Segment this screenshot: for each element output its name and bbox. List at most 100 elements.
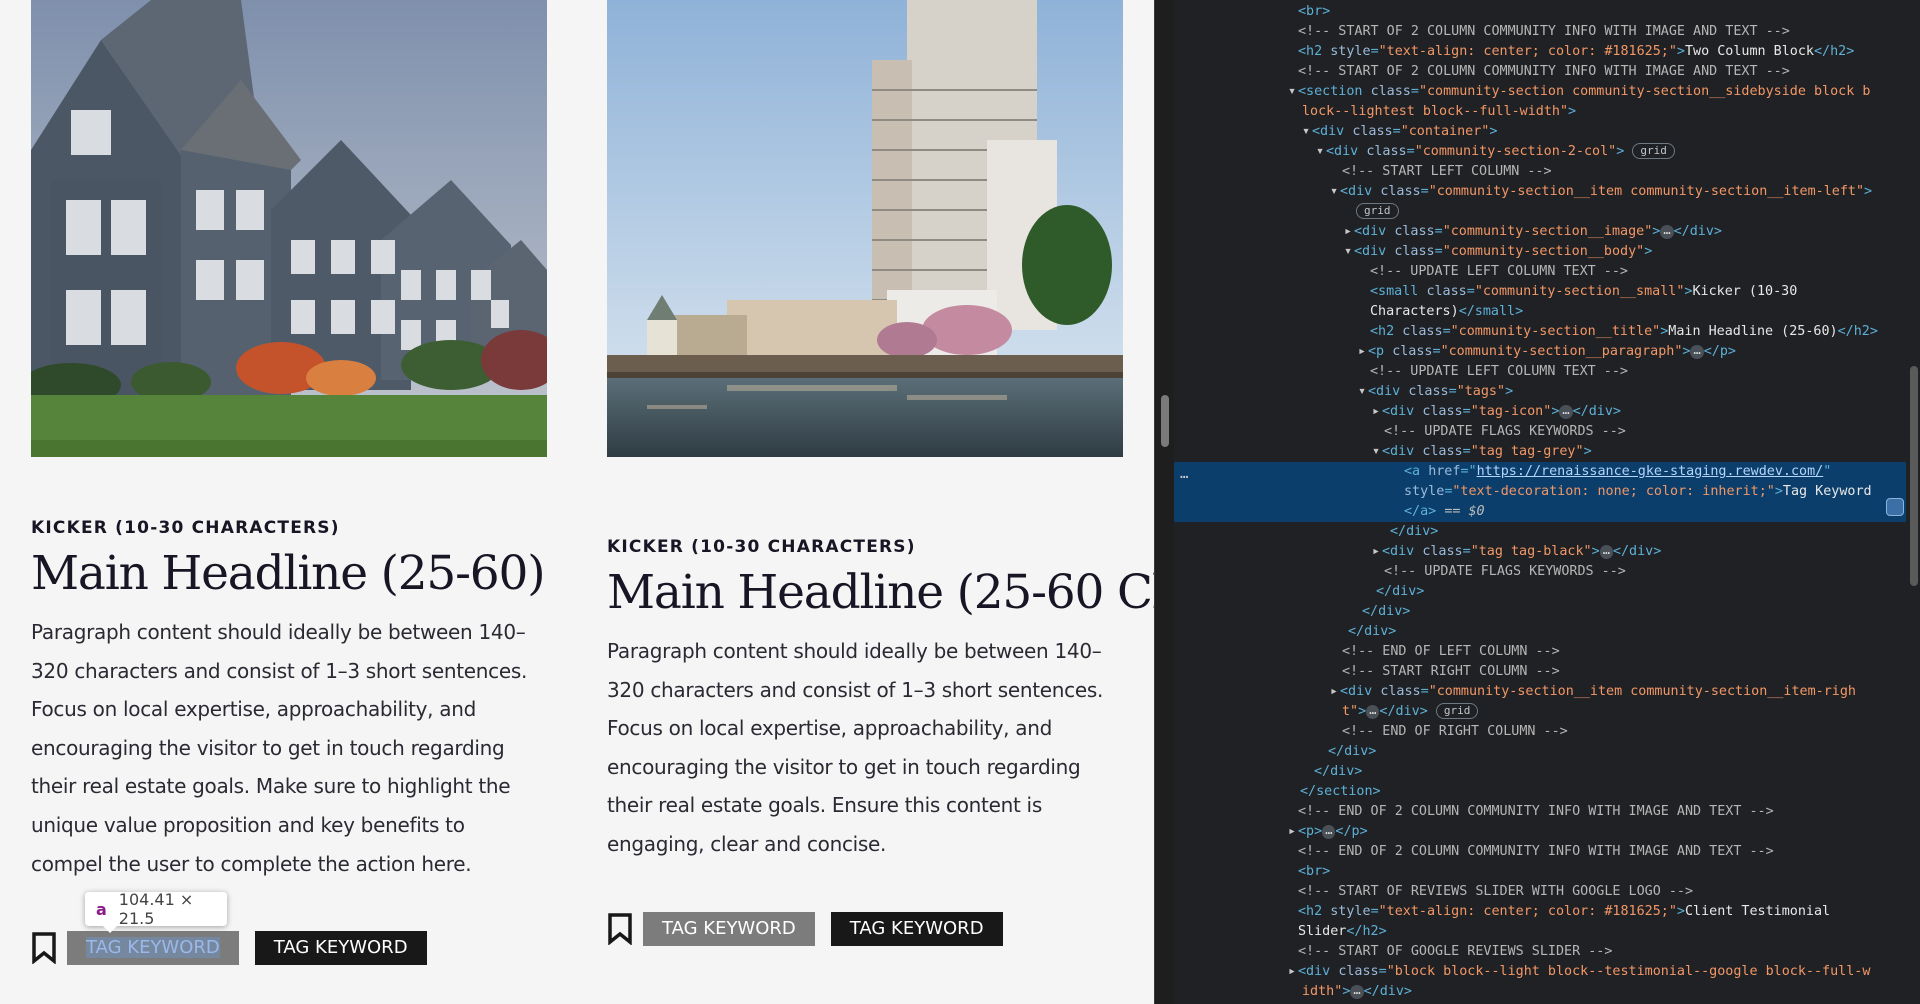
expand-triangle-icon[interactable]: ▾ (1342, 242, 1354, 262)
dom-node-selected[interactable]: <a href="https://renaissance-gke-staging… (1174, 462, 1906, 482)
paragraph-line: their real estate goals. Make sure to hi… (31, 774, 511, 799)
collapse-triangle-icon[interactable]: ▸ (1328, 682, 1340, 702)
dom-node[interactable]: ▾ <div class="community-section__body"> (1174, 242, 1906, 262)
node-actions-ellipsis-icon[interactable]: … (1180, 466, 1188, 482)
dom-comment[interactable]: <!-- END OF RIGHT COLUMN --> (1174, 722, 1906, 742)
expand-triangle-icon[interactable]: ▾ (1286, 82, 1298, 102)
dom-node-selected-close[interactable]: </a> == $0 (1174, 502, 1906, 522)
dom-node[interactable]: </div> (1174, 762, 1906, 782)
expand-triangle-icon[interactable]: ▾ (1328, 182, 1340, 202)
dom-node-continued[interactable]: t">… </div> grid (1174, 702, 1906, 722)
dom-node-continued[interactable]: Characters)</small> (1174, 302, 1906, 322)
splitter-grip-handle[interactable] (1161, 395, 1169, 447)
expand-triangle-icon[interactable]: ▾ (1356, 382, 1368, 402)
dom-node[interactable]: <h2 class="community-section__title">Mai… (1174, 322, 1906, 342)
dom-node[interactable]: ▾ <div class="community-section__item com… (1174, 182, 1906, 202)
grid-badge[interactable]: grid (1356, 203, 1399, 219)
dom-node[interactable]: ▸ <div class="community-section__item com… (1174, 682, 1906, 702)
dom-comment[interactable]: <!-- END OF 2 COLUMN COMMUNITY INFO WITH… (1174, 842, 1906, 862)
grid-badge[interactable]: grid (1435, 703, 1479, 719)
dom-node[interactable]: <h2 style="text-align: center; color: #1… (1174, 42, 1906, 62)
ellipsis-badge[interactable]: … (1559, 404, 1573, 419)
right-kicker: KICKER (10-30 CHARACTERS) (607, 537, 916, 557)
paragraph-line: encouraging the visitor to get in touch … (31, 735, 505, 760)
collapse-triangle-icon[interactable]: ▸ (1286, 962, 1298, 982)
expand-triangle-icon[interactable]: ▾ (1300, 122, 1312, 142)
dom-node-continued[interactable]: idth">… </div> (1174, 982, 1906, 1002)
copy-node-icon[interactable] (1886, 498, 1904, 516)
dom-node-continued[interactable]: Slider</h2> (1174, 922, 1906, 942)
dom-comment[interactable]: <!-- UPDATE FLAGS KEYWORDS --> (1174, 422, 1906, 442)
paragraph-line: encouraging the visitor to get in touch … (607, 754, 1081, 779)
dom-node[interactable]: ▸ <div class="community-section__image">…… (1174, 222, 1906, 242)
dom-comment[interactable]: <!-- START OF REVIEWS SLIDER WITH GOOGLE… (1174, 882, 1906, 902)
dom-node[interactable]: ▾ <div class="container"> (1174, 122, 1906, 142)
grid-badge[interactable]: grid (1632, 143, 1675, 159)
dom-node[interactable]: <br> (1174, 862, 1906, 882)
dom-node[interactable]: <h2 style="text-align: center; color: #1… (1174, 902, 1906, 922)
inspect-tooltip: a 104.41 × 21.5 (85, 890, 227, 933)
dom-node[interactable]: </section> (1174, 782, 1906, 802)
collapse-triangle-icon[interactable]: ▸ (1342, 222, 1354, 242)
dom-comment[interactable]: <!-- END OF 2 COLUMN COMMUNITY INFO WITH… (1174, 802, 1906, 822)
collapse-triangle-icon[interactable]: ▸ (1286, 822, 1298, 842)
ellipsis-badge[interactable]: … (1690, 344, 1704, 359)
dom-comment[interactable]: <!-- UPDATE LEFT COLUMN TEXT --> (1174, 362, 1906, 382)
paragraph-line: unique value proposition and key benefit… (31, 812, 465, 837)
bookmark-icon (32, 932, 56, 964)
dom-node[interactable]: </div> (1174, 582, 1906, 602)
tag-keyword-grey-link[interactable]: TAG KEYWORD (643, 912, 815, 946)
dom-comment[interactable]: <!-- START RIGHT COLUMN --> (1174, 662, 1906, 682)
ellipsis-badge[interactable]: … (1660, 224, 1674, 239)
dom-node[interactable]: <br> (1174, 2, 1906, 22)
dom-node[interactable]: ▾ <div class="community-section-2-col"> g… (1174, 142, 1906, 162)
tooltip-tag-name: a (96, 899, 107, 919)
dom-node-continued[interactable]: lock--lightest block--full-width"> (1174, 102, 1906, 122)
dom-comment[interactable]: <!-- START OF 2 COLUMN COMMUNITY INFO WI… (1174, 22, 1906, 42)
ellipsis-badge[interactable]: … (1350, 984, 1364, 999)
paragraph-line: Focus on local expertise, approachabilit… (607, 716, 1052, 741)
townhouses-photo (31, 0, 547, 457)
left-paragraph: Paragraph content should ideally be betw… (31, 613, 547, 883)
ellipsis-badge[interactable]: … (1366, 704, 1380, 719)
dom-node[interactable]: </div> (1174, 522, 1906, 542)
devtools-resize-splitter[interactable] (1154, 0, 1174, 1004)
dom-comment[interactable]: <!-- START OF GOOGLE REVIEWS SLIDER --> (1174, 942, 1906, 962)
dom-comment[interactable]: <!-- END OF LEFT COLUMN --> (1174, 642, 1906, 662)
left-kicker: KICKER (10-30 CHARACTERS) (31, 518, 340, 538)
href-link[interactable]: https://renaissance-gke-staging.rewdev.c… (1477, 464, 1824, 479)
right-tags: TAG KEYWORD TAG KEYWORD (607, 912, 1019, 946)
dom-node[interactable]: ▾ <div class="tag tag-grey"> (1174, 442, 1906, 462)
dom-node[interactable]: ▸ <div class="block block--light block--t… (1174, 962, 1906, 982)
expand-triangle-icon[interactable]: ▾ (1314, 142, 1326, 162)
tag-keyword-black-link[interactable]: TAG KEYWORD (254, 931, 427, 965)
left-main-headline: Main Headline (25-60) (31, 546, 546, 601)
dom-node[interactable]: ▾ <section class="community-section commu… (1174, 82, 1906, 102)
tag-keyword-grey-link[interactable]: TAG KEYWORD (67, 931, 239, 965)
devtools-scrollbar[interactable] (1910, 366, 1918, 586)
dom-node[interactable]: ▸ <div class="tag tag-black">… </div> (1174, 542, 1906, 562)
dom-comment[interactable]: <!-- UPDATE FLAGS KEYWORDS --> (1174, 562, 1906, 582)
dom-node[interactable]: <small class="community-section__small">… (1174, 282, 1906, 302)
collapse-triangle-icon[interactable]: ▸ (1370, 542, 1382, 562)
dom-node[interactable]: </div> (1174, 622, 1906, 642)
collapse-triangle-icon[interactable]: ▸ (1356, 342, 1368, 362)
waterfront-tower-photo (607, 0, 1123, 457)
collapse-triangle-icon[interactable]: ▸ (1370, 402, 1382, 422)
ellipsis-badge[interactable]: … (1599, 544, 1613, 559)
dom-comment[interactable]: <!-- START OF 2 COLUMN COMMUNITY INFO WI… (1174, 62, 1906, 82)
dom-node-selected-continued[interactable]: style="text-decoration: none; color: inh… (1174, 482, 1906, 502)
dom-node[interactable]: ▾ <div class="tags"> (1174, 382, 1906, 402)
paragraph-line: Paragraph content should ideally be betw… (607, 639, 1102, 663)
dom-comment[interactable]: <!-- START LEFT COLUMN --> (1174, 162, 1906, 182)
dom-node[interactable]: ▸ <p>… </p> (1174, 822, 1906, 842)
ellipsis-badge[interactable]: … (1322, 824, 1336, 839)
expand-triangle-icon[interactable]: ▾ (1370, 442, 1382, 462)
dom-node[interactable]: ▸ <div class="tag-icon">… </div> (1174, 402, 1906, 422)
dom-node[interactable]: </div> (1174, 602, 1906, 622)
paragraph-line: compel the user to complete the action h… (31, 851, 472, 876)
tag-keyword-black-link[interactable]: TAG KEYWORD (830, 912, 1003, 946)
dom-node[interactable]: ▸ <p class="community-section__paragraph"… (1174, 342, 1906, 362)
dom-node[interactable]: </div> (1174, 742, 1906, 762)
dom-comment[interactable]: <!-- UPDATE LEFT COLUMN TEXT --> (1174, 262, 1906, 282)
